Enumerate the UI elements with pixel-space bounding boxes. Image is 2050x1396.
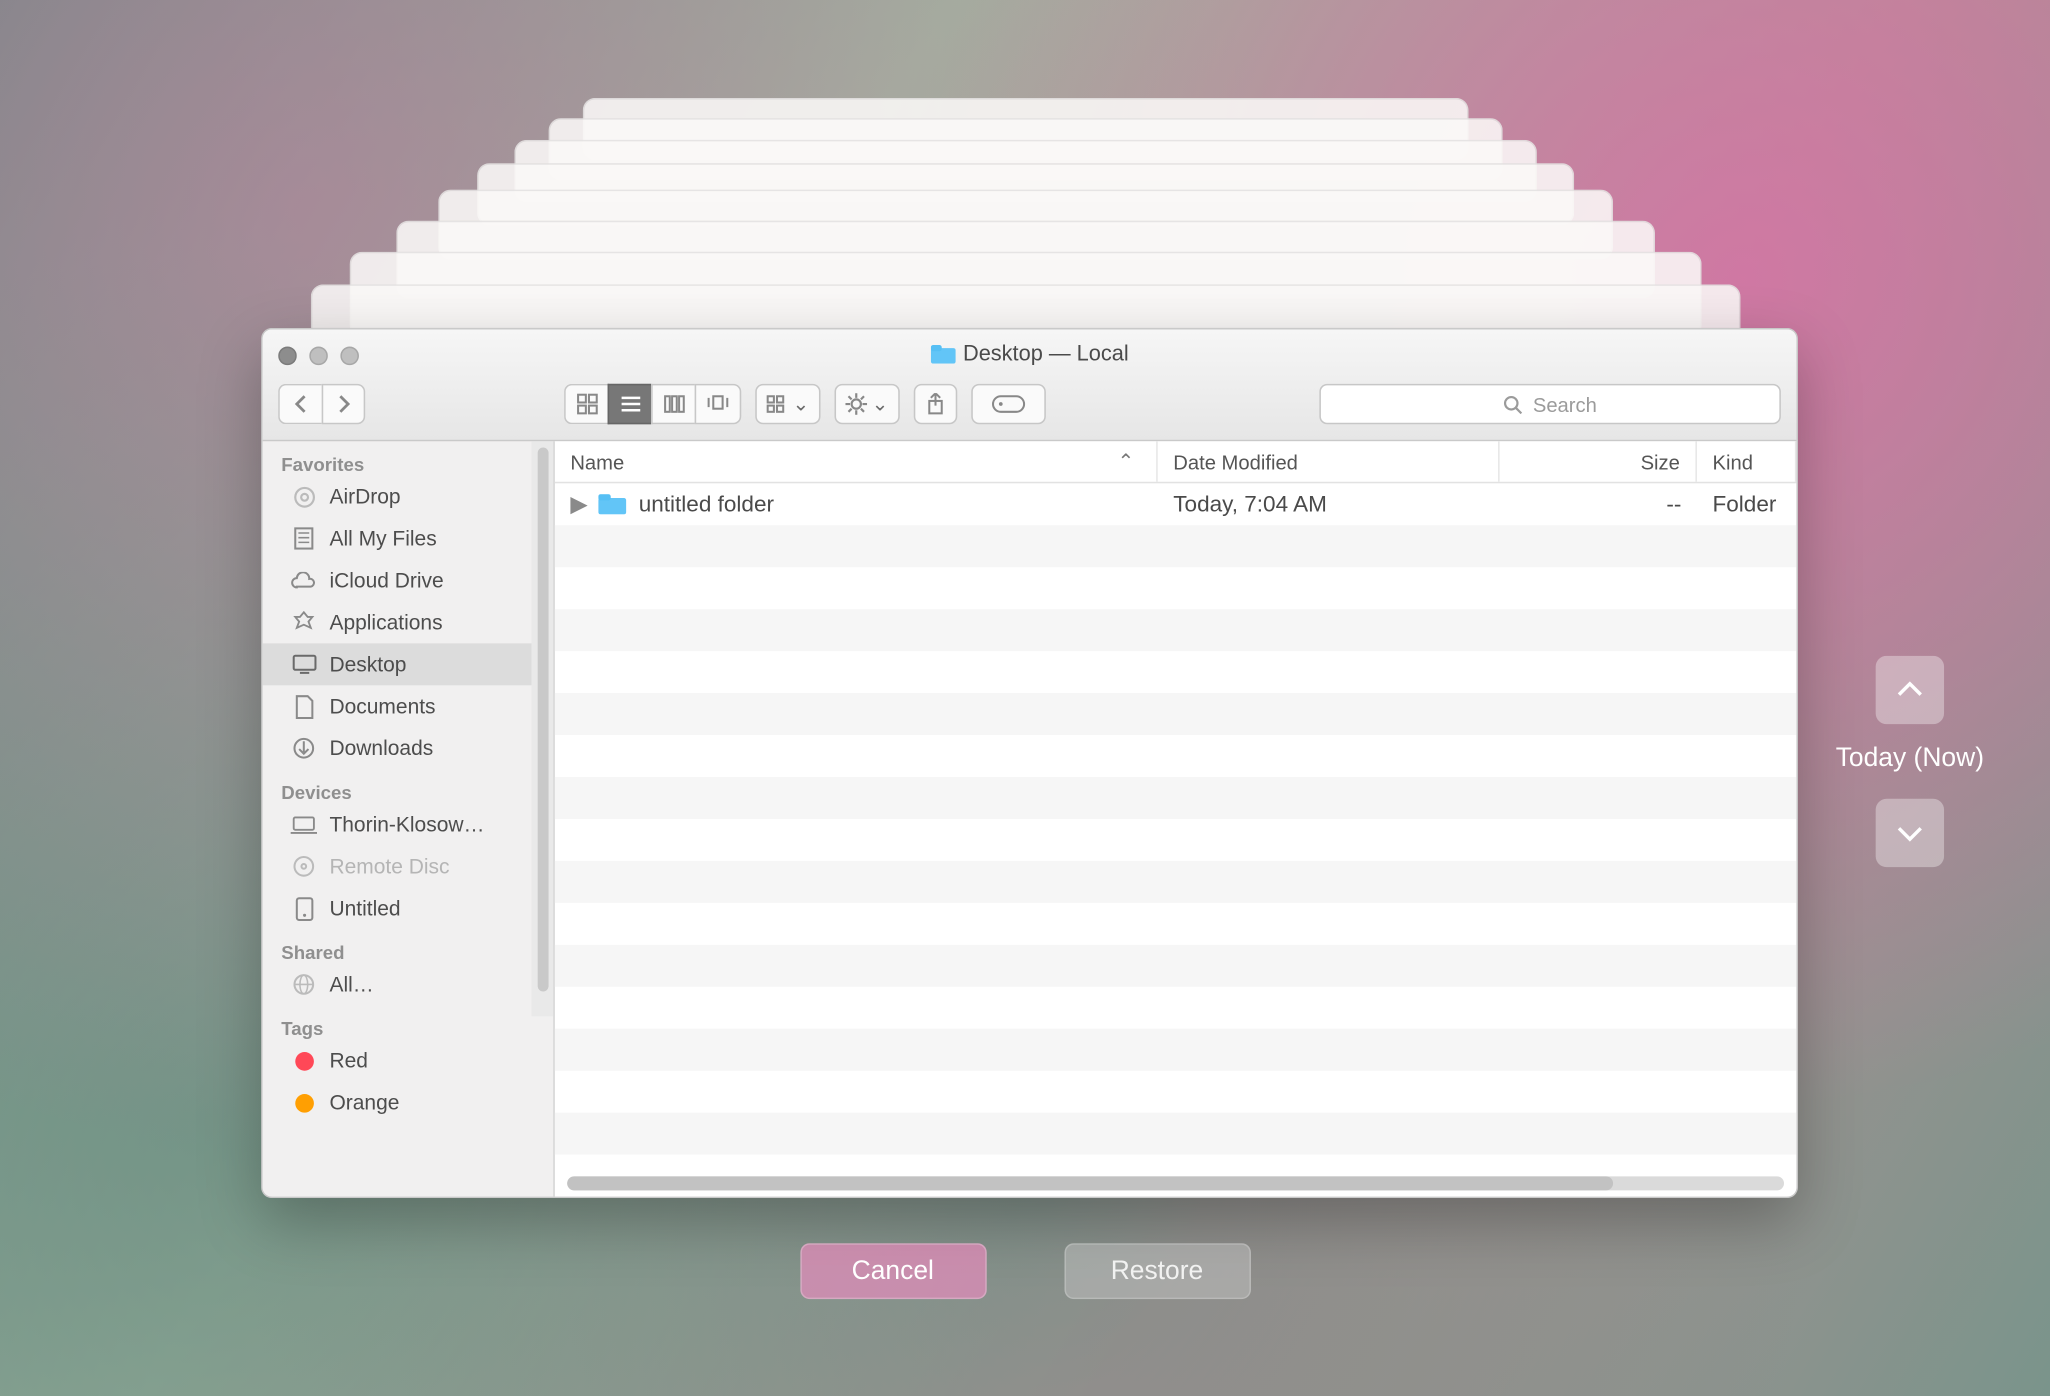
sidebar-item-icloud[interactable]: iCloud Drive xyxy=(263,559,554,601)
arrange-button[interactable]: ⌄ xyxy=(755,384,820,424)
file-kind: Folder xyxy=(1713,492,1777,517)
laptop-icon xyxy=(291,811,317,837)
file-name: untitled folder xyxy=(639,492,774,517)
allfiles-icon xyxy=(291,525,317,551)
sidebar-item-label: Orange xyxy=(329,1091,399,1114)
apps-icon xyxy=(291,609,317,635)
sidebar-item-label: All… xyxy=(329,973,373,996)
sidebar-section-tags: Tags xyxy=(263,1005,554,1039)
sidebar-item-label: Desktop xyxy=(329,653,406,676)
sidebar-item-tag-orange[interactable]: Orange xyxy=(263,1082,554,1124)
icloud-icon xyxy=(291,567,317,593)
folder-icon xyxy=(598,494,626,514)
sort-asc-icon: ⌃ xyxy=(1117,449,1134,474)
column-header-date[interactable]: Date Modified xyxy=(1158,441,1500,481)
search-placeholder: Search xyxy=(1533,393,1597,416)
cancel-button[interactable]: Cancel xyxy=(800,1243,986,1299)
sidebar-section-shared: Shared xyxy=(263,929,554,963)
horizontal-scrollbar[interactable] xyxy=(567,1176,1784,1190)
timeline-down-button[interactable] xyxy=(1876,799,1944,867)
file-date: Today, 7:04 AM xyxy=(1173,492,1327,517)
search-field[interactable]: Search xyxy=(1319,384,1781,424)
sidebar-item-label: iCloud Drive xyxy=(329,569,443,592)
disclosure-triangle-icon[interactable]: ▶ xyxy=(570,492,586,517)
downloads-icon xyxy=(291,735,317,761)
sidebar-item-label: Applications xyxy=(329,611,442,634)
bottom-buttons: Cancel Restore xyxy=(800,1243,1251,1299)
sidebar-item-label: Untitled xyxy=(329,897,400,920)
sidebar-item-label: AirDrop xyxy=(329,485,400,508)
back-button[interactable] xyxy=(278,384,322,424)
column-headers: Name⌃ Date Modified Size Kind xyxy=(555,441,1797,483)
folder-icon xyxy=(930,345,955,364)
sidebar: Favorites AirDrop All My Files iCloud Dr… xyxy=(263,441,555,1196)
view-list-button[interactable] xyxy=(608,384,652,424)
documents-icon xyxy=(291,693,317,719)
network-icon xyxy=(291,971,317,997)
forward-button[interactable] xyxy=(322,384,366,424)
finder-window: Desktop — Local ⌄ ⌄ Search xyxy=(261,328,1798,1198)
view-column-button[interactable] xyxy=(651,384,695,424)
sidebar-section-favorites: Favorites xyxy=(263,441,554,475)
titlebar: Desktop — Local ⌄ ⌄ Search xyxy=(263,329,1797,441)
file-list: Name⌃ Date Modified Size Kind ▶ untitled… xyxy=(555,441,1797,1196)
column-header-name[interactable]: Name⌃ xyxy=(555,441,1158,481)
sidebar-item-untitled[interactable]: Untitled xyxy=(263,887,554,929)
disc-icon xyxy=(291,853,317,879)
tags-button[interactable] xyxy=(971,384,1046,424)
sidebar-item-computer[interactable]: Thorin-Klosow… xyxy=(263,803,554,845)
window-title: Desktop — Local xyxy=(263,340,1797,365)
sidebar-item-documents[interactable]: Documents xyxy=(263,685,554,727)
window-zoom-button[interactable] xyxy=(340,347,359,366)
sidebar-item-tag-red[interactable]: Red xyxy=(263,1040,554,1082)
tag-orange-icon xyxy=(291,1089,317,1115)
search-icon xyxy=(1503,394,1523,414)
sidebar-item-all-my-files[interactable]: All My Files xyxy=(263,517,554,559)
share-button[interactable] xyxy=(913,384,957,424)
timeline-nav: Today (Now) xyxy=(1809,656,2011,886)
file-row[interactable]: ▶ untitled folder Today, 7:04 AM -- Fold… xyxy=(555,483,1797,525)
column-header-kind[interactable]: Kind xyxy=(1697,441,1796,481)
action-button[interactable]: ⌄ xyxy=(834,384,899,424)
sidebar-item-remote-disc[interactable]: Remote Disc xyxy=(263,845,554,887)
sidebar-item-label: Documents xyxy=(329,695,435,718)
sidebar-item-label: Downloads xyxy=(329,737,433,760)
view-coverflow-button[interactable] xyxy=(695,384,742,424)
view-mode-segment xyxy=(564,384,741,424)
desktop-icon xyxy=(291,651,317,677)
sidebar-item-label: Remote Disc xyxy=(329,855,449,878)
airdrop-icon xyxy=(291,483,317,509)
sidebar-item-label: All My Files xyxy=(329,527,436,550)
sidebar-item-downloads[interactable]: Downloads xyxy=(263,727,554,769)
window-close-button[interactable] xyxy=(278,347,297,366)
restore-button[interactable]: Restore xyxy=(1064,1243,1250,1299)
timeline-up-button[interactable] xyxy=(1876,656,1944,724)
sidebar-item-network-all[interactable]: All… xyxy=(263,963,554,1005)
sidebar-item-label: Red xyxy=(329,1049,367,1072)
file-size: -- xyxy=(1666,492,1681,517)
column-header-size[interactable]: Size xyxy=(1500,441,1697,481)
sidebar-scrollbar[interactable] xyxy=(531,441,553,1016)
timeline-label: Today (Now) xyxy=(1809,743,2011,774)
sidebar-section-devices: Devices xyxy=(263,769,554,803)
traffic-lights xyxy=(278,347,359,366)
hdd-icon xyxy=(291,895,317,921)
sidebar-item-label: Thorin-Klosow… xyxy=(329,813,484,836)
nav-back-forward xyxy=(278,384,365,424)
view-icon-button[interactable] xyxy=(564,384,608,424)
sidebar-item-desktop[interactable]: Desktop xyxy=(263,643,554,685)
window-minimize-button[interactable] xyxy=(309,347,328,366)
sidebar-item-airdrop[interactable]: AirDrop xyxy=(263,476,554,518)
sidebar-item-applications[interactable]: Applications xyxy=(263,601,554,643)
tag-red-icon xyxy=(291,1047,317,1073)
